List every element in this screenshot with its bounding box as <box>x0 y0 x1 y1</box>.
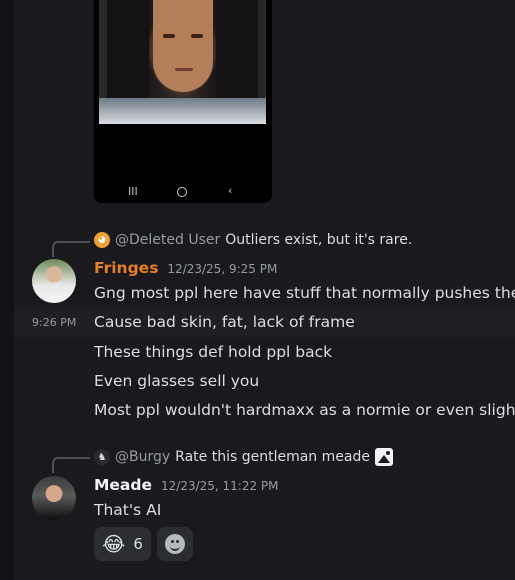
message-line: Most ppl wouldn't hardmaxx as a normie o… <box>94 401 515 419</box>
message-header: Fringes 12/23/25, 9:25 PM <box>94 259 277 277</box>
back-icon: ‹ <box>228 184 233 197</box>
add-reaction-button[interactable] <box>157 527 193 561</box>
channel-sidebar-edge <box>0 0 14 580</box>
username[interactable]: Fringes <box>94 259 158 277</box>
avatar[interactable] <box>32 259 76 303</box>
reply-mention[interactable]: @Deleted User <box>115 232 220 248</box>
smiley-icon <box>165 534 185 554</box>
avatar[interactable] <box>32 476 76 520</box>
reaction-laughing[interactable]: 😂 6 <box>94 527 151 561</box>
message-header: Meade 12/23/25, 11:22 PM <box>94 476 279 494</box>
reply-connector <box>52 457 90 473</box>
reply-preview[interactable]: ◕ @Deleted User Outliers exist, but it's… <box>94 232 412 248</box>
reply-mention[interactable]: @Burgy <box>115 449 170 465</box>
reply-text: Outliers exist, but it's rare. <box>225 232 413 248</box>
reaction-count: 6 <box>133 535 143 553</box>
timestamp: 12/23/25, 11:22 PM <box>161 479 279 493</box>
burgy-avatar-icon: ♞ <box>94 449 110 465</box>
timestamp: 12/23/25, 9:25 PM <box>167 262 278 276</box>
reply-preview[interactable]: ♞ @Burgy Rate this gentleman meade <box>94 448 393 466</box>
reply-text: Rate this gentleman meade <box>175 449 370 465</box>
message-line: These things def hold ppl back <box>94 343 333 361</box>
laughing-emoji-icon: 😂 <box>102 532 126 556</box>
message-line: That's AI <box>94 501 162 519</box>
image-attachment[interactable]: III ‹ <box>94 0 272 203</box>
message-line: Cause bad skin, fat, lack of frame <box>94 313 355 331</box>
android-nav-bar: III ‹ <box>94 184 272 199</box>
hover-timestamp: 9:26 PM <box>32 316 77 329</box>
portrait-photo <box>99 0 266 124</box>
message-line: Even glasses sell you <box>94 372 260 390</box>
recents-icon: III <box>128 185 138 198</box>
discord-default-avatar-icon: ◕ <box>94 232 110 248</box>
reply-connector <box>52 241 90 257</box>
username[interactable]: Meade <box>94 476 152 494</box>
message-line: Gng most ppl here have stuff that normal… <box>94 284 515 302</box>
home-icon <box>177 187 187 197</box>
image-icon <box>374 448 393 466</box>
